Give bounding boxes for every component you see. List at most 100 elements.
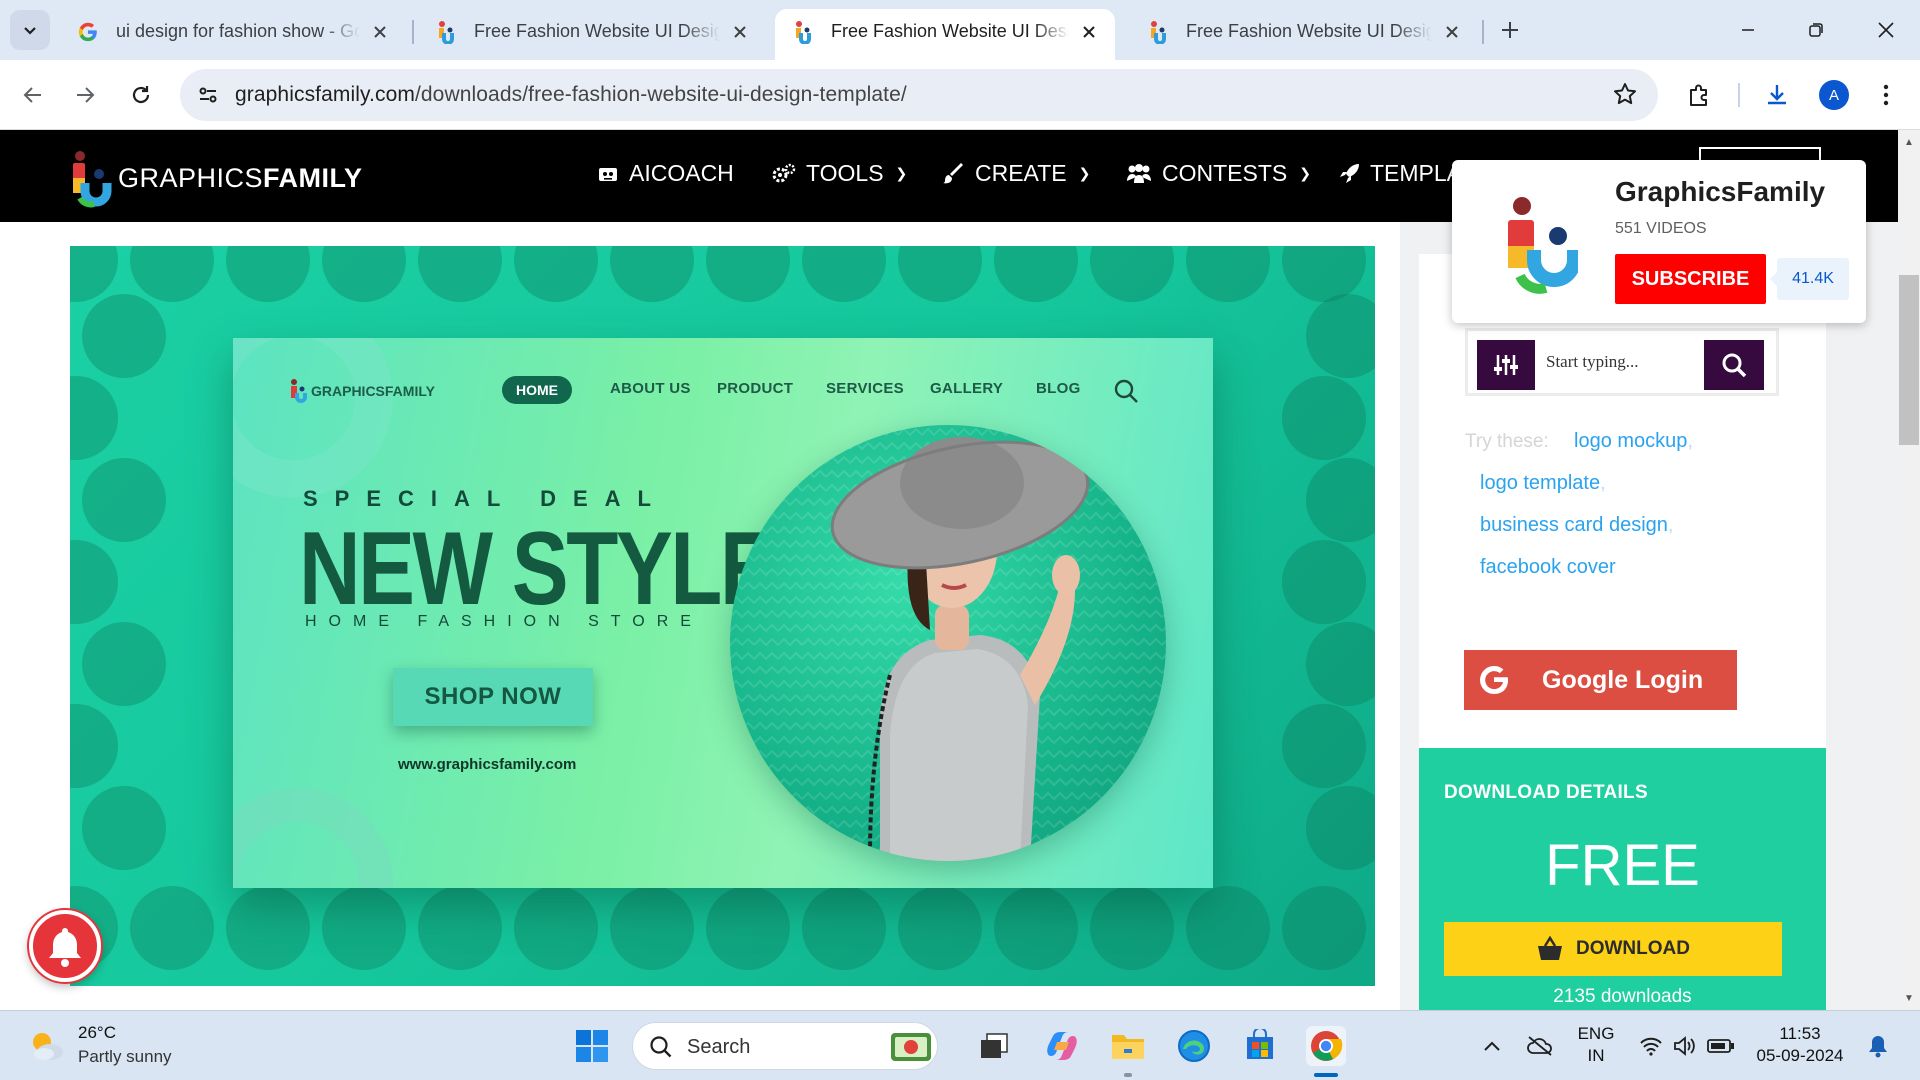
forward-button[interactable] <box>66 76 104 114</box>
close-tab-icon[interactable] <box>1077 20 1101 44</box>
quick-settings-button[interactable] <box>1632 1026 1742 1066</box>
tab-search-button[interactable] <box>10 10 50 50</box>
bg-dot <box>1090 246 1174 302</box>
tab-title: Free Fashion Website UI Design <box>1186 21 1432 41</box>
bg-dot <box>802 886 886 970</box>
site-logo-text: GRAPHICSFAMILY <box>118 163 363 194</box>
mockup-nav-item: SERVICES <box>826 380 904 397</box>
nav-create[interactable]: CREATE ❯ <box>943 160 1090 187</box>
bg-dot <box>706 246 790 302</box>
search-input[interactable]: Start typing... <box>1546 352 1639 372</box>
extensions-button[interactable] <box>1680 76 1718 114</box>
minimize-button[interactable] <box>1724 10 1772 50</box>
download-details-title: DOWNLOAD DETAILS <box>1444 782 1648 803</box>
close-window-button[interactable] <box>1862 10 1910 50</box>
show-hidden-icons-button[interactable] <box>1472 1026 1512 1066</box>
bg-dot <box>322 886 406 970</box>
scroll-down-arrow[interactable]: ▼ <box>1898 988 1920 1008</box>
nav-templates[interactable]: TEMPLA <box>1338 160 1462 187</box>
folder-icon <box>1112 1035 1144 1059</box>
language-code: ENG <box>1577 1024 1615 1043</box>
tag-label: logo mockup <box>1574 430 1688 452</box>
tag-link[interactable]: business card design, <box>1480 514 1673 537</box>
tab-3-active[interactable]: Free Fashion Website UI Design <box>775 9 1115 60</box>
close-tab-icon[interactable] <box>728 20 752 44</box>
graphicsfamily-icon <box>791 20 815 44</box>
filter-button[interactable] <box>1477 340 1535 390</box>
taskbar-search[interactable]: Search <box>632 1022 938 1070</box>
restore-button[interactable] <box>1792 10 1840 50</box>
store-button[interactable] <box>1240 1026 1280 1066</box>
address-bar[interactable]: graphicsfamily.com/downloads/free-fashio… <box>180 69 1658 121</box>
bg-dot <box>1282 886 1366 970</box>
tab-2[interactable]: Free Fashion Website UI Design <box>418 9 766 60</box>
chevron-down-icon: ❯ <box>895 165 908 181</box>
file-explorer-button[interactable] <box>1108 1026 1148 1066</box>
start-button[interactable] <box>572 1026 612 1066</box>
site-logo[interactable]: GRAPHICSFAMILY <box>70 148 370 208</box>
chrome-button[interactable] <box>1306 1026 1346 1066</box>
tab-4[interactable]: Free Fashion Website UI Design <box>1130 9 1478 60</box>
close-tab-icon[interactable] <box>1440 20 1464 44</box>
minimize-icon <box>1742 29 1754 31</box>
profile-avatar[interactable]: A <box>1819 80 1849 110</box>
tag-link[interactable]: logo template, <box>1480 472 1606 495</box>
task-view-button[interactable] <box>974 1026 1014 1066</box>
bg-dot <box>1306 622 1375 706</box>
arrow-right-icon <box>77 87 95 103</box>
new-tab-button[interactable] <box>1494 14 1526 46</box>
nav-tools[interactable]: TOOLS ❯ <box>772 160 907 187</box>
logo-text-light: GRAPHICS <box>118 162 264 193</box>
mockup-nav-item: BLOG <box>1036 380 1081 397</box>
bg-dot <box>514 246 598 302</box>
downloads-button[interactable] <box>1758 76 1796 114</box>
tab-1[interactable]: ui design for fashion show - Go <box>60 9 406 60</box>
nav-label: CREATE <box>975 160 1067 186</box>
mockup-logo-text: GRAPHICSFAMILY <box>311 383 435 399</box>
page-scrollbar[interactable] <box>1898 130 1920 1010</box>
subscribe-button[interactable]: SUBSCRIBE <box>1615 254 1766 304</box>
bell-icon <box>1869 1036 1887 1058</box>
close-tab-icon[interactable] <box>368 20 392 44</box>
running-indicator <box>1124 1073 1132 1077</box>
edge-icon <box>1178 1030 1210 1062</box>
nav-contests[interactable]: CONTESTS ❯ <box>1126 160 1311 187</box>
bg-dot <box>1306 786 1375 870</box>
notifications-button[interactable] <box>1858 1026 1898 1066</box>
bg-dot <box>82 294 166 378</box>
reload-button[interactable] <box>122 76 160 114</box>
battery-icon <box>1707 1039 1734 1053</box>
tag-link[interactable]: logo mockup, <box>1574 430 1693 453</box>
onedrive-button[interactable] <box>1520 1026 1560 1066</box>
scroll-up-arrow[interactable]: ▲ <box>1898 132 1920 152</box>
input-language[interactable]: ENG IN <box>1576 1023 1616 1067</box>
clock[interactable]: 11:53 05-09-2024 <box>1752 1023 1848 1067</box>
download-button[interactable]: DOWNLOAD <box>1444 922 1782 976</box>
bg-dot <box>994 246 1078 302</box>
active-app-indicator <box>1314 1073 1338 1077</box>
scrollbar-thumb[interactable] <box>1899 275 1919 445</box>
nav-aicoach[interactable]: AICOACH <box>597 160 734 187</box>
bookmark-star-icon[interactable] <box>1612 81 1640 109</box>
bg-dot <box>1282 704 1366 788</box>
search-submit-button[interactable] <box>1704 340 1764 390</box>
more-vertical-icon <box>1883 84 1889 106</box>
mockup-nav-home: HOME <box>502 376 572 404</box>
google-login-label: Google Login <box>1542 665 1704 694</box>
url-text: graphicsfamily.com/downloads/free-fashio… <box>235 83 907 107</box>
copilot-button[interactable] <box>1042 1026 1082 1066</box>
edge-button[interactable] <box>1174 1026 1214 1066</box>
tag-link[interactable]: facebook cover <box>1480 556 1616 579</box>
bg-dot <box>70 704 118 788</box>
weather-widget[interactable]: 26°C Partly sunny <box>28 1023 172 1067</box>
bg-dot <box>418 886 502 970</box>
site-info-icon[interactable] <box>194 81 222 109</box>
wifi-icon <box>1640 1037 1662 1056</box>
notification-bell-button[interactable] <box>29 910 101 982</box>
tag-label: facebook cover <box>1480 556 1616 578</box>
download-count: 2135 downloads <box>1553 986 1692 1007</box>
menu-button[interactable] <box>1867 76 1905 114</box>
bg-dot <box>130 246 214 302</box>
back-button[interactable] <box>14 76 52 114</box>
google-login-button[interactable]: Google Login <box>1464 650 1737 710</box>
